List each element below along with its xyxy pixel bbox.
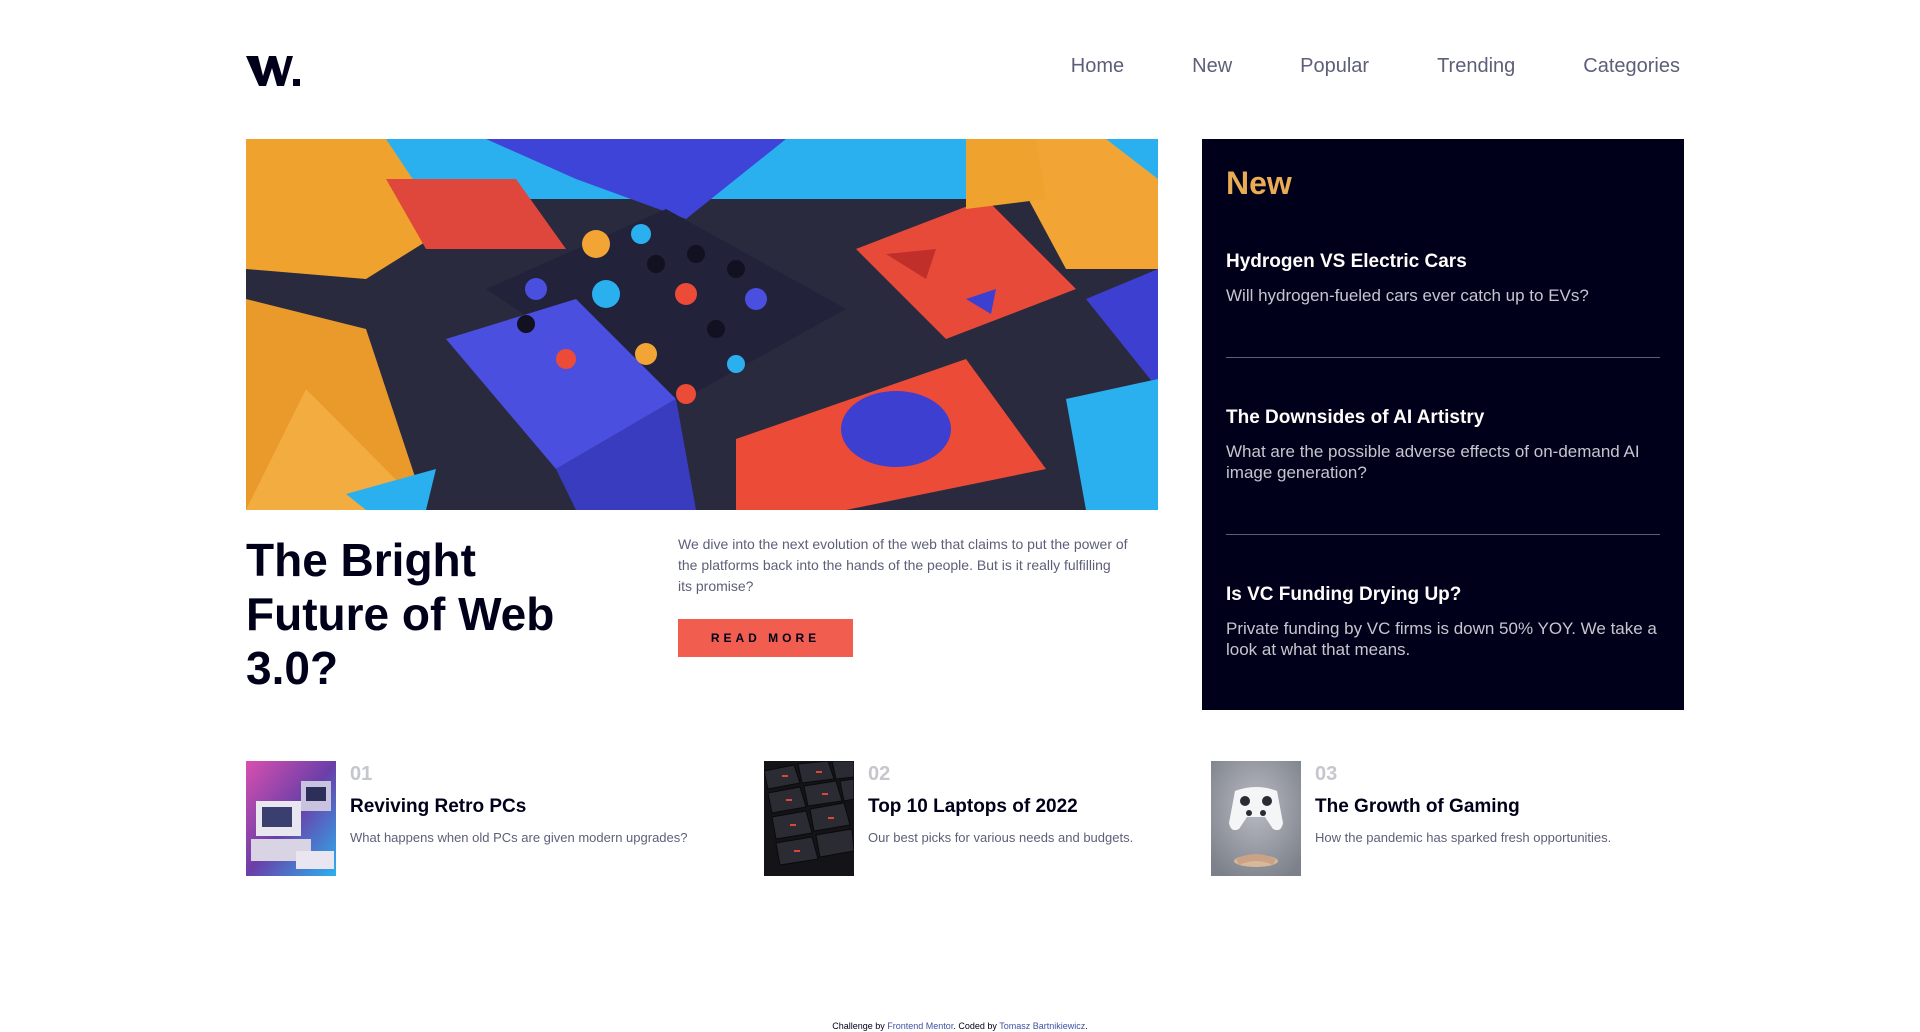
attribution-middle: . Coded by — [953, 1021, 1000, 1031]
article-desc: Our best picks for various needs and bud… — [868, 830, 1134, 845]
page: Home New Popular Trending Categories The… — [0, 0, 1920, 1032]
logo-mark-icon — [246, 56, 300, 86]
divider — [1226, 357, 1660, 358]
new-item-title[interactable]: Is VC Funding Drying Up? — [1226, 584, 1660, 606]
attribution: Challenge by Frontend Mentor. Coded by T… — [0, 1021, 1920, 1031]
article-title[interactable]: Reviving Retro PCs — [350, 796, 688, 818]
nav-popular[interactable]: Popular — [1300, 55, 1369, 78]
new-item-desc: Will hydrogen-fueled cars ever catch up … — [1226, 286, 1589, 305]
hero-description: We dive into the next evolution of the w… — [678, 536, 1128, 594]
attribution-suffix: . — [1085, 1021, 1088, 1031]
new-item-desc: What are the possible adverse effects of… — [1226, 442, 1640, 482]
laptop-keyboard-thumbnail — [764, 761, 854, 876]
nav-trending[interactable]: Trending — [1437, 55, 1515, 78]
new-item-desc: Private funding by VC firms is down 50% … — [1226, 619, 1657, 659]
divider — [1226, 534, 1660, 535]
new-articles-panel: New Hydrogen VS Electric Cars Will hydro… — [1202, 139, 1684, 710]
hero-title: The Bright Future of Web 3.0? — [246, 534, 555, 694]
article-title[interactable]: The Growth of Gaming — [1315, 796, 1611, 818]
retro-pc-thumbnail — [246, 761, 336, 876]
new-item-title[interactable]: Hydrogen VS Electric Cars — [1226, 251, 1660, 273]
attribution-prefix: Challenge by — [832, 1021, 888, 1031]
article-number: 03 — [1315, 763, 1338, 785]
article-card: 03 The Growth of Gaming How the pandemic… — [1211, 761, 1611, 876]
site-logo[interactable] — [246, 52, 302, 93]
nav-home[interactable]: Home — [1071, 55, 1124, 78]
read-more-button[interactable]: READ MORE — [678, 619, 853, 657]
article-card: 02 Top 10 Laptops of 2022 Our best picks… — [764, 761, 1133, 876]
new-item-title[interactable]: The Downsides of AI Artistry — [1226, 407, 1660, 429]
article-title[interactable]: Top 10 Laptops of 2022 — [868, 796, 1133, 818]
game-controller-thumbnail — [1211, 761, 1301, 876]
article-number: 01 — [350, 763, 373, 785]
main-nav: Home New Popular Trending Categories — [1071, 55, 1680, 78]
author-link[interactable]: Tomasz Bartnikiewicz — [999, 1021, 1085, 1031]
hero-image — [246, 139, 1158, 510]
frontend-mentor-link[interactable]: Frontend Mentor — [887, 1021, 953, 1031]
article-desc: How the pandemic has sparked fresh oppor… — [1315, 830, 1612, 845]
nav-categories[interactable]: Categories — [1583, 55, 1680, 78]
new-item: The Downsides of AI Artistry What are th… — [1226, 407, 1660, 483]
new-panel-heading: New — [1226, 165, 1292, 201]
article-card: 01 Reviving Retro PCs What happens when … — [246, 761, 688, 876]
nav-new[interactable]: New — [1192, 55, 1232, 78]
article-number: 02 — [868, 763, 891, 785]
new-item: Hydrogen VS Electric Cars Will hydrogen-… — [1226, 251, 1660, 306]
new-item: Is VC Funding Drying Up? Private funding… — [1226, 584, 1660, 660]
article-desc: What happens when old PCs are given mode… — [350, 830, 688, 845]
